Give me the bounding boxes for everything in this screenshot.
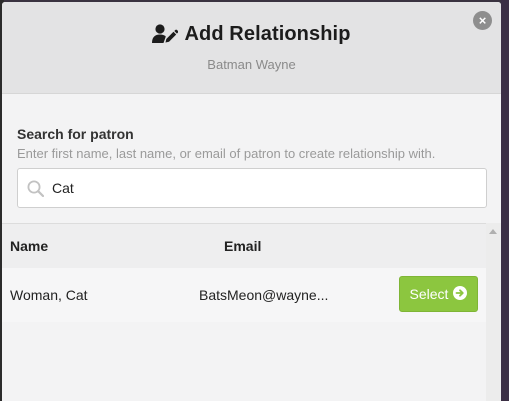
column-header-email[interactable]: Email xyxy=(224,238,261,254)
backdrop-right xyxy=(501,0,509,401)
search-field[interactable] xyxy=(17,168,487,208)
column-header-name[interactable]: Name xyxy=(10,238,48,254)
modal-subtitle: Batman Wayne xyxy=(207,57,296,72)
user-edit-icon xyxy=(152,24,179,50)
modal-header: × Add Relationship Batman Wayne xyxy=(2,2,501,94)
arrow-right-circle-icon xyxy=(453,285,468,303)
select-button[interactable]: Select xyxy=(399,276,478,312)
modal-title-text: Add Relationship xyxy=(184,23,351,45)
search-input[interactable] xyxy=(52,169,472,207)
table-header: Name Email xyxy=(2,224,486,268)
search-label: Search for patron xyxy=(17,126,134,142)
add-relationship-modal: × Add Relationship Batman Wayne Search f… xyxy=(2,2,501,401)
results-table: Name Email Woman, Cat BatsMeon@wayne... … xyxy=(2,223,486,401)
table-scrollbar[interactable] xyxy=(486,223,501,401)
select-button-label: Select xyxy=(409,286,449,302)
patron-email: BatsMeon@wayne... xyxy=(199,287,329,303)
search-icon xyxy=(27,180,45,202)
table-row: Woman, Cat BatsMeon@wayne... Select xyxy=(2,268,486,322)
scroll-up-arrow-icon[interactable] xyxy=(489,229,497,234)
search-hint: Enter first name, last name, or email of… xyxy=(17,146,436,161)
patron-name: Woman, Cat xyxy=(10,287,88,303)
modal-title: Add Relationship xyxy=(2,23,501,50)
